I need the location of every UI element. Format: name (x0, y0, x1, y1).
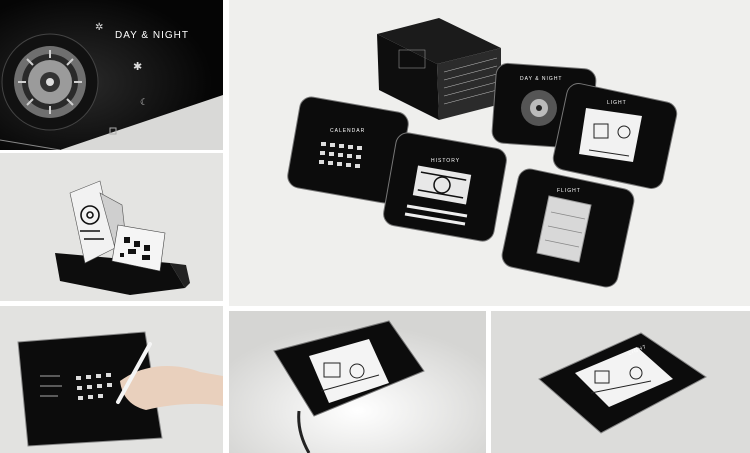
card-label-calendar: CALENDAR (330, 128, 365, 134)
closeup-scene: DAY & NIGHT ✱ ✲ ☾ (0, 0, 223, 150)
card-label-light: LIGHT (607, 100, 627, 106)
photo-day-night-closeup: DAY & NIGHT ✱ ✲ ☾ (0, 0, 223, 150)
popup-scene (55, 180, 190, 295)
star-icon: ✱ (133, 61, 142, 73)
card-label-day-night: DAY & NIGHT (520, 76, 563, 82)
light-card-scene: LIGHT (538, 332, 707, 434)
collection-scene: DAY & NIGHT LIGHT CALENDAR HISTORY FLIGH… (287, 18, 678, 288)
lightbox-scene (229, 311, 486, 453)
card-box (377, 18, 501, 120)
photo-drawing-on-card (0, 306, 223, 453)
card-flight: FLIGHT (501, 168, 635, 288)
card-label-flight: FLIGHT (557, 188, 581, 194)
photo-light-card: LIGHT (491, 311, 750, 453)
photo-card-collection: DAY & NIGHT LIGHT CALENDAR HISTORY FLIGH… (229, 0, 750, 306)
photo-popup-book (0, 153, 223, 301)
sun-icon: ✲ (95, 22, 103, 33)
card-history: HISTORY (383, 132, 507, 242)
card-label-history: HISTORY (431, 158, 460, 164)
card-light: LIGHT (552, 83, 678, 189)
photo-lightbox-card (229, 311, 486, 453)
card-title: DAY & NIGHT (115, 30, 189, 41)
drawing-scene (17, 331, 223, 447)
moon-icon: ☾ (140, 97, 148, 107)
